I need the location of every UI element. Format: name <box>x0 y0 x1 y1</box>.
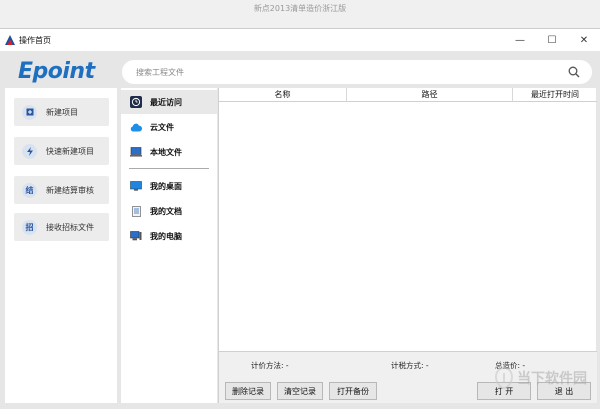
nav-recent-label: 最近访问 <box>150 97 182 107</box>
receive-tender-file-button[interactable]: 招 接收招标文件 <box>14 213 109 241</box>
settlement-icon: 结 <box>22 182 37 198</box>
receive-tender-file-label: 接收招标文件 <box>46 222 94 232</box>
minimize-button[interactable]: — <box>504 29 536 51</box>
watermark-logo-icon <box>495 367 513 389</box>
nav-my-documents[interactable]: 我的文档 <box>121 199 217 223</box>
file-info-bar: 计价方法: - 计税方式: - 总造价: - 删除记录 清空记录 打开备份 打 … <box>219 351 597 403</box>
column-last-opened[interactable]: 最近打开时间 <box>513 88 597 102</box>
new-settlement-audit-label: 新建结算审核 <box>46 185 94 195</box>
close-button[interactable]: ✕ <box>568 29 600 51</box>
clear-record-button[interactable]: 清空记录 <box>277 382 323 400</box>
delete-record-button[interactable]: 删除记录 <box>225 382 271 400</box>
document-icon <box>130 205 142 217</box>
watermark-text: 当下软件园 <box>517 371 587 387</box>
new-project-label: 新建项目 <box>46 107 78 117</box>
nav-my-documents-label: 我的文档 <box>150 206 182 216</box>
watermark: 当下软件园 <box>495 367 587 389</box>
nav-cloud-files[interactable]: 云文件 <box>121 115 217 139</box>
plus-icon <box>22 104 37 120</box>
desktop-icon <box>130 180 142 192</box>
quick-actions-panel: 新建项目 快速新建项目 结 新建结算审核 招 接收招标文件 <box>5 88 117 403</box>
file-list-panel: 名称 路径 最近打开时间 计价方法: - 计税方式: - 总造价: - 删除记录… <box>218 88 597 403</box>
nav-cloud-files-label: 云文件 <box>150 122 174 132</box>
search-box[interactable] <box>122 60 592 84</box>
computer-icon <box>130 146 142 158</box>
quick-new-project-label: 快速新建项目 <box>46 146 94 156</box>
open-backup-button[interactable]: 打开备份 <box>329 382 377 400</box>
tender-icon: 招 <box>22 219 37 235</box>
maximize-button[interactable]: ☐ <box>536 29 568 51</box>
nav-recent[interactable]: 最近访问 <box>121 90 217 114</box>
pricing-method: 计价方法: - <box>251 361 289 370</box>
lightning-icon <box>22 143 37 159</box>
tax-method: 计税方式: - <box>391 361 429 370</box>
search-icon[interactable] <box>568 66 580 78</box>
epoint-logo: Epoint <box>18 59 95 84</box>
window-titlebar: 操作首页 — ☐ ✕ <box>0 29 600 51</box>
nav-divider <box>129 168 209 169</box>
outer-app-title: 新点2013清单造价浙江版 <box>0 0 600 22</box>
search-input[interactable] <box>136 67 556 77</box>
nav-local-files-label: 本地文件 <box>150 147 182 157</box>
cloud-icon <box>130 121 142 133</box>
quick-new-project-button[interactable]: 快速新建项目 <box>14 137 109 165</box>
new-settlement-audit-button[interactable]: 结 新建结算审核 <box>14 176 109 204</box>
nav-my-computer-label: 我的电脑 <box>150 231 182 241</box>
clock-icon <box>130 96 142 108</box>
app-logo-icon <box>5 35 15 45</box>
window-title: 操作首页 <box>19 35 51 45</box>
file-nav-panel: 最近访问 云文件 本地文件 我的桌面 我的文档 我的电脑 <box>121 88 217 403</box>
nav-my-computer[interactable]: 我的电脑 <box>121 224 217 248</box>
nav-my-desktop[interactable]: 我的桌面 <box>121 174 217 198</box>
column-path[interactable]: 路径 <box>347 88 513 102</box>
file-table-header: 名称 路径 最近打开时间 <box>219 88 597 102</box>
column-name[interactable]: 名称 <box>219 88 347 102</box>
pc-icon <box>130 230 142 242</box>
nav-my-desktop-label: 我的桌面 <box>150 181 182 191</box>
new-project-button[interactable]: 新建项目 <box>14 98 109 126</box>
nav-local-files[interactable]: 本地文件 <box>121 140 217 164</box>
